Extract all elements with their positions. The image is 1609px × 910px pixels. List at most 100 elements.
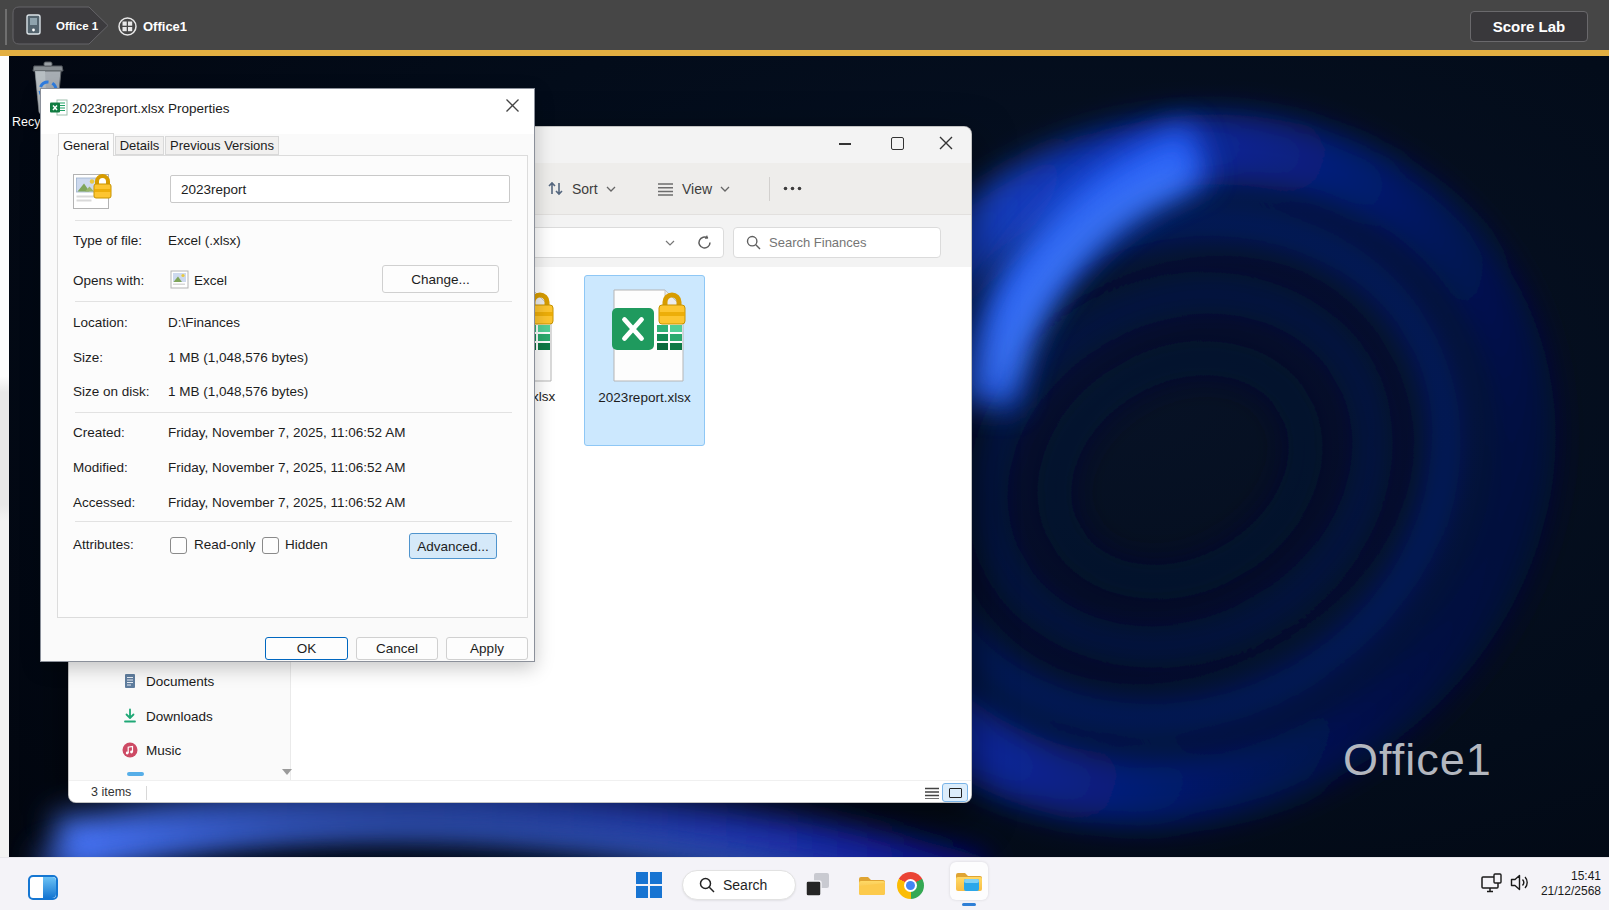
active-folder-icon (955, 870, 983, 892)
sidebar-item-downloads[interactable]: Downloads (69, 701, 290, 731)
toolbar-divider (769, 177, 770, 201)
row-value: 1 MB (1,048,576 bytes) (168, 383, 308, 401)
close-button[interactable] (939, 136, 953, 150)
sidebar-item-label: Music (146, 743, 181, 758)
session-globe-icon[interactable] (118, 17, 137, 36)
recycle-bin-label: Recy (12, 115, 40, 129)
change-button[interactable]: Change... (382, 265, 499, 293)
score-lab-button[interactable]: Score Lab (1470, 11, 1588, 42)
item-count: 3 items (91, 785, 131, 799)
sidebar-item-label: Downloads (146, 709, 213, 724)
start-button[interactable] (636, 872, 662, 898)
opens-with-icon (170, 270, 189, 289)
apply-button[interactable]: Apply (446, 637, 528, 660)
row-label: Accessed: (73, 494, 135, 512)
taskbar-search-icon (699, 877, 715, 893)
dialog-title: 2023report.xlsx Properties (72, 100, 230, 118)
row-value: Friday, November 7, 2025, 11:06:52 AM (168, 424, 405, 442)
thumbnail-view-icon (949, 788, 962, 798)
network-tray-icon[interactable] (1481, 873, 1505, 895)
active-app-indicator (962, 903, 976, 906)
excel-doc-icon (50, 99, 68, 116)
maximize-button[interactable] (891, 137, 904, 150)
machine-tab-label[interactable]: Office 1 (56, 20, 98, 32)
taskbar: Search 15:41 21/12/2568 (0, 857, 1609, 910)
search-box[interactable] (733, 227, 941, 258)
dialog-close-icon[interactable] (505, 98, 520, 113)
view-icon (657, 182, 674, 196)
readonly-checkbox[interactable] (170, 537, 187, 554)
excel-file-icon (611, 288, 689, 384)
minimize-button[interactable] (839, 143, 851, 145)
sort-icon (547, 180, 564, 197)
row-value: D:\Finances (168, 314, 240, 332)
view-button[interactable]: View (657, 163, 730, 214)
chrome-center-blue (906, 881, 915, 890)
file-explorer-icon[interactable] (858, 874, 886, 896)
row-label: Modified: (73, 459, 128, 477)
sort-button[interactable]: Sort (547, 163, 616, 214)
address-chevron-icon[interactable] (665, 240, 675, 246)
downloads-icon (122, 708, 138, 724)
row-label: Created: (73, 424, 125, 442)
row-label: Type of file: (73, 232, 142, 250)
taskbar-search-label: Search (723, 877, 767, 893)
list-view-toggle[interactable] (925, 787, 939, 799)
sidebar-scroll-down-icon[interactable] (282, 769, 292, 775)
advanced-button[interactable]: Advanced... (409, 533, 497, 559)
hidden-label: Hidden (285, 536, 328, 554)
file-tile-selected[interactable]: 2023report.xlsx (584, 275, 705, 446)
row-label: Opens with: (73, 272, 144, 290)
row-value: Excel (.xlsx) (168, 232, 241, 250)
view-chevron-icon (720, 186, 730, 192)
documents-icon (122, 673, 138, 689)
clock-date: 21/12/2568 (1541, 884, 1601, 899)
sort-chevron-icon (606, 186, 616, 192)
view-label: View (682, 181, 712, 197)
desktop-left-strip (0, 56, 9, 857)
topbar-divider (5, 9, 7, 45)
desktop-watermark: Office1 (1343, 734, 1513, 786)
readonly-label: Read-only (194, 536, 256, 554)
row-value: Friday, November 7, 2025, 11:06:52 AM (168, 459, 405, 477)
thumbnail-view-toggle[interactable] (942, 783, 968, 802)
chrome-icon[interactable] (897, 872, 924, 899)
session-tab-label[interactable]: Office1 (143, 19, 187, 34)
tab-details[interactable]: Details (115, 136, 164, 155)
hidden-checkbox[interactable] (262, 537, 279, 554)
more-options-button[interactable] (783, 186, 803, 191)
cancel-button[interactable]: Cancel (356, 637, 438, 660)
task-view-icon[interactable] (805, 872, 830, 897)
file-label: xlsx (532, 389, 555, 404)
row-label: Size: (73, 349, 103, 367)
sidebar-item-partial-icon (127, 772, 144, 776)
widgets-icon[interactable] (28, 875, 58, 900)
taskbar-search[interactable]: Search (682, 870, 796, 900)
row-label: Size on disk: (73, 383, 150, 401)
top-bar: Office 1 Office1 Score Lab (0, 0, 1609, 56)
file-label: 2023report.xlsx (585, 390, 704, 405)
tab-previous-versions[interactable]: Previous Versions (165, 136, 279, 155)
clock-time: 15:41 (1541, 869, 1601, 884)
sort-label: Sort (572, 181, 598, 197)
search-input[interactable] (769, 235, 929, 250)
filename-input[interactable] (170, 175, 510, 203)
clock[interactable]: 15:41 21/12/2568 (1541, 869, 1601, 899)
row-value: 1 MB (1,048,576 bytes) (168, 349, 308, 367)
properties-dialog: 2023report.xlsx Properties General Detai… (40, 88, 535, 662)
row-label: Attributes: (73, 536, 134, 554)
ok-button[interactable]: OK (265, 637, 348, 660)
refresh-icon[interactable] (696, 234, 713, 251)
dialog-general-panel: Type of file: Excel (.xlsx) Opens with: … (57, 155, 528, 618)
row-value: Excel (194, 272, 227, 290)
sidebar-item-music[interactable]: Music (69, 735, 290, 765)
explorer-statusbar: 3 items (69, 780, 971, 803)
sidebar-item-label: Documents (146, 674, 214, 689)
row-label: Location: (73, 314, 128, 332)
sidebar-item-documents[interactable]: Documents (69, 666, 290, 696)
row-value: Friday, November 7, 2025, 11:06:52 AM (168, 494, 405, 512)
search-icon (746, 235, 761, 250)
active-app-tile[interactable] (950, 862, 988, 900)
tab-general[interactable]: General (58, 133, 114, 156)
volume-tray-icon[interactable] (1510, 874, 1530, 891)
